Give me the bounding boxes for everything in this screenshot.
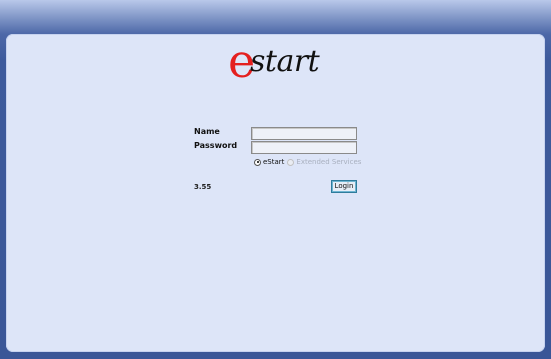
version-number: 3.55 — [194, 183, 212, 191]
name-field[interactable] — [251, 127, 357, 140]
name-label: Name — [194, 127, 220, 136]
extended-services-radio-label: Extended Services — [296, 158, 362, 166]
service-radio-group: eStart Extended Services — [254, 157, 364, 167]
extended-services-radio — [287, 158, 295, 166]
password-field[interactable] — [251, 141, 357, 154]
estart-radio-label[interactable]: eStart — [263, 158, 284, 166]
password-label: Password — [194, 141, 238, 150]
estart-radio[interactable] — [254, 158, 261, 166]
logo-text: start — [250, 44, 320, 79]
estart-logo: e start — [228, 38, 328, 84]
login-button[interactable]: Login — [331, 180, 357, 193]
